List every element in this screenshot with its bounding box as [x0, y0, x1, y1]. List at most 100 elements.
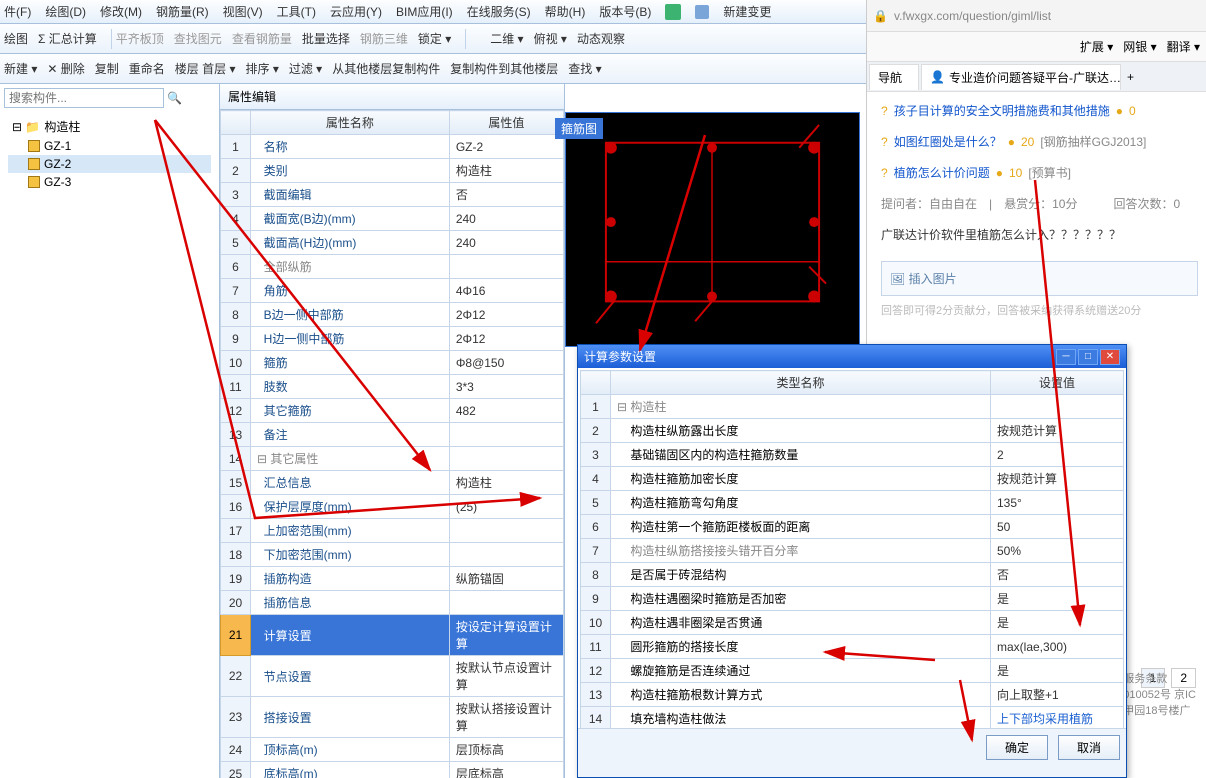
setting-name[interactable]: 构造柱箍筋弯勾角度 [611, 491, 991, 515]
prop-name[interactable]: ⊟ 其它属性 [251, 447, 450, 471]
bank-button[interactable]: 网银 ▾ [1123, 38, 1156, 55]
prop-value[interactable]: 构造柱 [449, 159, 563, 183]
prop-value[interactable]: 按默认节点设置计算 [449, 656, 563, 697]
prop-name[interactable]: 备注 [251, 423, 450, 447]
tb-sum[interactable]: Σ 汇总计算 [38, 30, 97, 47]
setting-name[interactable]: 基础锚固区内的构造柱箍筋数量 [611, 443, 991, 467]
prop-name[interactable]: 截面高(H边)(mm) [251, 231, 450, 255]
prop-name[interactable]: 插筋构造 [251, 567, 450, 591]
prop-value[interactable]: Φ8@150 [449, 351, 563, 375]
prop-value[interactable]: 纵筋锚固 [449, 567, 563, 591]
prop-name[interactable]: 汇总信息 [251, 471, 450, 495]
prop-value[interactable]: 层底标高 [449, 762, 563, 778]
prop-value[interactable]: 按默认搭接设置计算 [449, 697, 563, 738]
menu-help[interactable]: 帮助(H) [545, 3, 586, 20]
prop-name[interactable]: 顶标高(m) [251, 738, 450, 762]
setting-name[interactable]: 螺旋箍筋是否连续通过 [611, 659, 991, 683]
setting-name[interactable]: 构造柱纵筋露出长度 [611, 419, 991, 443]
menu-modify[interactable]: 修改(M) [100, 3, 142, 20]
prop-name[interactable]: 插筋信息 [251, 591, 450, 615]
setting-value[interactable]: 是 [991, 611, 1124, 635]
prop-value[interactable]: 3*3 [449, 375, 563, 399]
question-link[interactable]: 植筋怎么计价问题 [894, 164, 990, 181]
tree-item[interactable]: GZ-1 [8, 137, 211, 155]
tree-root[interactable]: ⊟ 📁 构造柱 [8, 116, 211, 137]
prop-name[interactable]: 保护层厚度(mm) [251, 495, 450, 519]
related-question[interactable]: ? 孩子目计算的安全文明措施费和其他措施 ●0 [881, 102, 1198, 119]
prop-name[interactable]: 箍筋 [251, 351, 450, 375]
setting-value[interactable]: 135° [991, 491, 1124, 515]
setting-value[interactable]: 向上取整+1 [991, 683, 1124, 707]
menu-file[interactable]: 件(F) [4, 3, 31, 20]
app-icon-2[interactable] [695, 5, 709, 19]
prop-value[interactable]: 4Φ16 [449, 279, 563, 303]
tree-item-selected[interactable]: GZ-2 [8, 155, 211, 173]
translate-button[interactable]: 翻译 ▾ [1167, 38, 1200, 55]
prop-name[interactable]: H边一侧中部筋 [251, 327, 450, 351]
tb-lock[interactable]: 锁定 ▾ [418, 30, 451, 47]
setting-name[interactable]: 构造柱箍筋加密长度 [611, 467, 991, 491]
prop-name[interactable]: 搭接设置 [251, 697, 450, 738]
prop-name[interactable]: 下加密范围(mm) [251, 543, 450, 567]
prop-value[interactable] [449, 543, 563, 567]
prop-name[interactable]: 角筋 [251, 279, 450, 303]
setting-value[interactable]: 按规范计算 [991, 467, 1124, 491]
tb-copy-from-floor[interactable]: 从其他楼层复制构件 [332, 60, 440, 77]
setting-value[interactable] [991, 395, 1124, 419]
prop-value[interactable]: 240 [449, 231, 563, 255]
tb-2d[interactable]: 二维 ▾ [490, 30, 523, 47]
tb-copy-to-floor[interactable]: 复制构件到其他楼层 [450, 60, 558, 77]
menu-draw[interactable]: 绘图(D) [45, 3, 86, 20]
prop-value[interactable] [449, 519, 563, 543]
new-tab-button[interactable]: + [1127, 70, 1134, 84]
url-text[interactable]: v.fwxgx.com/question/giml/list [894, 9, 1051, 23]
fav-tab[interactable]: 导航 [869, 64, 919, 90]
prop-value[interactable]: 按设定计算设置计算 [449, 615, 563, 656]
menu-view[interactable]: 视图(V) [223, 3, 263, 20]
tree-item[interactable]: GZ-3 [8, 173, 211, 191]
maximize-button[interactable]: □ [1078, 349, 1098, 365]
tb-copy[interactable]: 复制 [95, 60, 119, 77]
tb-rename[interactable]: 重命名 [129, 60, 165, 77]
setting-value[interactable]: 上下部均采用植筋 [991, 707, 1124, 729]
setting-value[interactable]: 2 [991, 443, 1124, 467]
prop-value[interactable]: 2Φ12 [449, 303, 563, 327]
prop-name[interactable]: 上加密范围(mm) [251, 519, 450, 543]
search-icon[interactable]: 🔍 [167, 91, 182, 105]
dialog-titlebar[interactable]: 计算参数设置 ─ □ ✕ [578, 345, 1126, 368]
prop-name[interactable]: 计算设置 [251, 615, 450, 656]
prop-value[interactable]: 构造柱 [449, 471, 563, 495]
prop-name[interactable]: 截面编辑 [251, 183, 450, 207]
address-bar[interactable]: 🔒 v.fwxgx.com/question/giml/list [867, 0, 1206, 32]
prop-name[interactable]: 类别 [251, 159, 450, 183]
setting-value[interactable]: 50 [991, 515, 1124, 539]
setting-value[interactable]: max(lae,300) [991, 635, 1124, 659]
prop-value[interactable] [449, 447, 563, 471]
setting-name[interactable]: 构造柱纵筋搭接接头错开百分率 [611, 539, 991, 563]
prop-name[interactable]: 名称 [251, 135, 450, 159]
search-input[interactable] [4, 88, 164, 108]
setting-name[interactable]: 圆形箍筋的搭接长度 [611, 635, 991, 659]
insert-image-box[interactable]: 🖼 插入图片 [881, 261, 1198, 296]
menu-tools[interactable]: 工具(T) [277, 3, 316, 20]
prop-value[interactable]: GZ-2 [449, 135, 563, 159]
menu-version[interactable]: 版本号(B) [599, 3, 651, 20]
setting-value[interactable]: 是 [991, 587, 1124, 611]
setting-name[interactable]: 构造柱遇非圈梁是否贯通 [611, 611, 991, 635]
tb-find[interactable]: 查找 ▾ [568, 60, 601, 77]
related-question[interactable]: ? 植筋怎么计价问题 ●10 [预算书] [881, 164, 1198, 181]
tb-batch-select[interactable]: 批量选择 [302, 30, 350, 47]
tb-sort[interactable]: 排序 ▾ [245, 60, 278, 77]
question-link[interactable]: 孩子目计算的安全文明措施费和其他措施 [894, 102, 1110, 119]
prop-value[interactable] [449, 255, 563, 279]
setting-name[interactable]: 是否属于砖混结构 [611, 563, 991, 587]
cancel-button[interactable]: 取消 [1058, 735, 1120, 760]
prop-name[interactable]: 全部纵筋 [251, 255, 450, 279]
tb-topview[interactable]: 俯视 ▾ [534, 30, 567, 47]
setting-value[interactable]: 按规范计算 [991, 419, 1124, 443]
minimize-button[interactable]: ─ [1056, 349, 1076, 365]
setting-name[interactable]: 构造柱箍筋根数计算方式 [611, 683, 991, 707]
app-icon-1[interactable] [665, 4, 681, 20]
prop-value[interactable]: 482 [449, 399, 563, 423]
tb-filter[interactable]: 过滤 ▾ [289, 60, 322, 77]
